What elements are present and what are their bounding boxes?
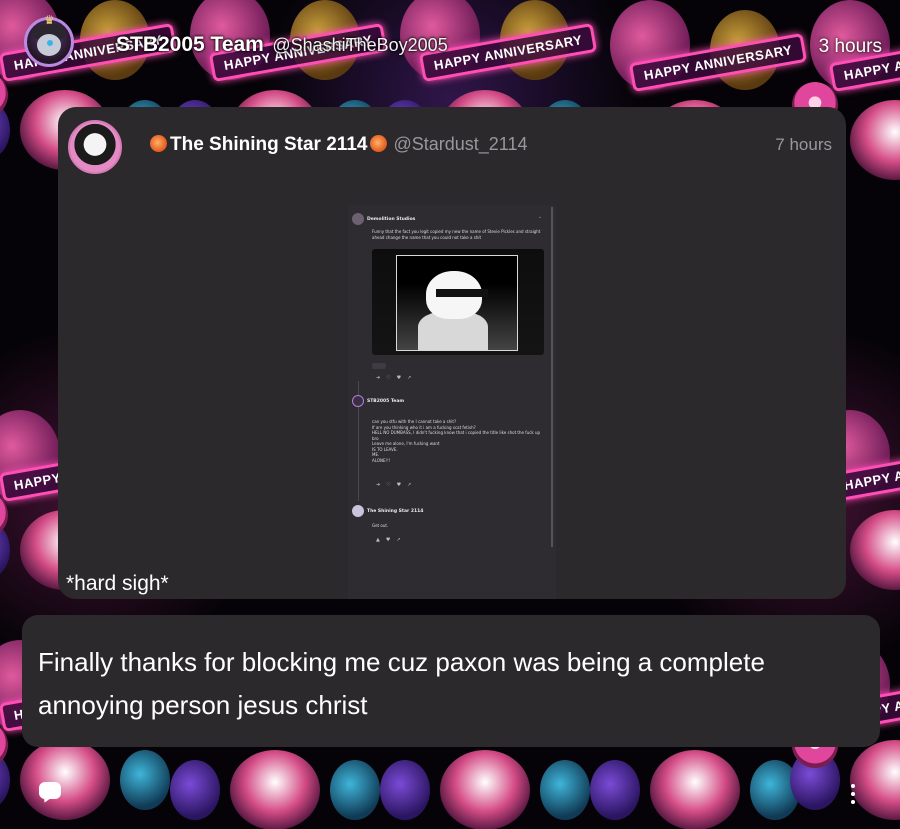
quoted-post-caption: *hard sigh* [66, 572, 169, 595]
screenshot-post-text: Get out. [372, 523, 389, 528]
quoted-post-card[interactable]: The Shining Star 2114 @Stardust_2114 7 ho… [58, 107, 846, 599]
screenshot-action-icons: ➜♡♥↗ [376, 482, 418, 488]
post-timestamp: 3 hours [818, 36, 882, 57]
author-handle[interactable]: @ShashiTheBoy2005 [272, 35, 447, 55]
screenshot-media [372, 249, 544, 355]
screenshot-action-icons: ➜♡♥↗ [376, 375, 418, 381]
screenshot-scrollbar [551, 207, 553, 547]
screenshot-author: The Shining Star 2114 [367, 508, 424, 514]
author-name[interactable]: STB2005 Team [116, 33, 264, 56]
screenshot-media-pill [372, 363, 386, 369]
screenshot-avatar [352, 395, 364, 407]
post-body-card[interactable]: Finally thanks for blocking me cuz paxon… [22, 615, 880, 747]
chevron-down-icon: ⌄ [537, 214, 542, 220]
screenshot-author: Demolition Studios [367, 216, 416, 222]
embedded-screenshot[interactable]: Demolition Studios ⌄ Funny that the fact… [348, 205, 556, 599]
quoted-author-line[interactable]: The Shining Star 2114 @Stardust_2114 [150, 134, 527, 156]
post-body-text: Finally thanks for blocking me cuz paxon… [38, 647, 765, 720]
screenshot-post-header: STB2005 Team [352, 395, 404, 407]
quoted-post-timestamp: 7 hours [775, 135, 832, 154]
screenshot-author: STB2005 Team [367, 398, 405, 404]
more-vertical-icon[interactable] [846, 782, 860, 806]
screenshot-post-header: Demolition Studios [352, 213, 415, 225]
screenshot-action-icons: ▲♥↗ [376, 537, 407, 543]
screenshot-avatar [352, 505, 364, 517]
quoted-author-avatar[interactable] [68, 120, 122, 174]
pumpkin-emoji-icon [370, 135, 388, 152]
crown-icon: ♛ [44, 13, 55, 27]
author-line[interactable]: STB2005 Team @ShashiTheBoy2005 [116, 33, 448, 57]
quoted-author-name[interactable]: The Shining Star 2114 [170, 134, 367, 155]
pumpkin-emoji-icon [150, 135, 167, 152]
screenshot-post-header: The Shining Star 2114 [352, 505, 423, 517]
screenshot-avatar [352, 213, 364, 225]
comment-icon[interactable] [37, 780, 63, 806]
quoted-author-handle[interactable]: @Stardust_2114 [393, 134, 527, 154]
screenshot-post-text: Funny that the fact you legit copied my … [372, 229, 541, 240]
screenshot-post-text: can you stfu with the I cannot take a sh… [372, 419, 541, 463]
